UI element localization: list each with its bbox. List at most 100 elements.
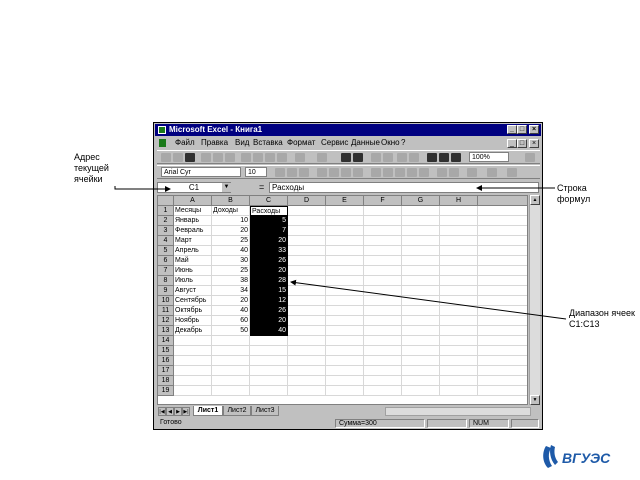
grid-cell[interactable] bbox=[402, 206, 440, 216]
hyperlink-icon[interactable] bbox=[341, 153, 351, 162]
first-sheet-icon[interactable]: |◀ bbox=[158, 407, 166, 416]
column-header-d[interactable]: D bbox=[288, 196, 326, 206]
print-icon[interactable] bbox=[201, 153, 211, 162]
grid-cell[interactable] bbox=[478, 206, 527, 216]
grid-cell[interactable] bbox=[478, 386, 527, 396]
maximize-button[interactable]: □ bbox=[517, 125, 527, 134]
sort-descending-icon[interactable] bbox=[409, 153, 419, 162]
grid-cell[interactable] bbox=[440, 356, 478, 366]
row-header[interactable]: 14 bbox=[158, 336, 174, 346]
grid-cell[interactable] bbox=[402, 386, 440, 396]
grid-cell[interactable] bbox=[288, 226, 326, 236]
grid-cell[interactable] bbox=[402, 306, 440, 316]
next-sheet-icon[interactable]: ▶ bbox=[174, 407, 182, 416]
grid-cell[interactable] bbox=[326, 346, 364, 356]
grid-cell[interactable] bbox=[440, 286, 478, 296]
tab-sheet3[interactable]: Лист3 bbox=[251, 406, 279, 416]
grid-cell[interactable] bbox=[478, 346, 527, 356]
row-header[interactable]: 6 bbox=[158, 256, 174, 266]
grid-cell[interactable] bbox=[364, 226, 402, 236]
grid-cell[interactable] bbox=[478, 356, 527, 366]
selected-cell[interactable]: 5 bbox=[250, 216, 288, 226]
grid-cell[interactable] bbox=[326, 376, 364, 386]
web-toolbar-icon[interactable] bbox=[353, 153, 363, 162]
row-header[interactable]: 15 bbox=[158, 346, 174, 356]
doc-maximize-button[interactable]: □ bbox=[517, 139, 527, 148]
selected-cell[interactable]: 20 bbox=[250, 236, 288, 246]
grid-cell[interactable]: Декабрь bbox=[174, 326, 212, 336]
column-header-e[interactable]: E bbox=[326, 196, 364, 206]
grid-cell[interactable] bbox=[478, 246, 527, 256]
active-cell[interactable]: Расходы bbox=[250, 206, 288, 216]
grid-cell[interactable] bbox=[326, 366, 364, 376]
row-header[interactable]: 19 bbox=[158, 386, 174, 396]
grid-cell[interactable] bbox=[288, 236, 326, 246]
sort-ascending-icon[interactable] bbox=[397, 153, 407, 162]
cut-icon[interactable] bbox=[241, 153, 251, 162]
equals-sign[interactable]: = bbox=[259, 181, 264, 194]
increase-decimal-icon[interactable] bbox=[407, 168, 417, 177]
grid-cell[interactable] bbox=[478, 276, 527, 286]
grid-cell[interactable] bbox=[440, 386, 478, 396]
grid-cell[interactable]: 40 bbox=[212, 306, 250, 316]
grid-cell[interactable] bbox=[250, 356, 288, 366]
grid-cell[interactable] bbox=[326, 236, 364, 246]
align-right-icon[interactable] bbox=[341, 168, 351, 177]
grid-cell[interactable] bbox=[478, 266, 527, 276]
grid-cell[interactable]: Сентябрь bbox=[174, 296, 212, 306]
grid-cell[interactable] bbox=[288, 346, 326, 356]
grid-cell[interactable] bbox=[402, 256, 440, 266]
menu-format[interactable]: Формат bbox=[287, 137, 315, 149]
row-header[interactable]: 16 bbox=[158, 356, 174, 366]
new-icon[interactable] bbox=[161, 153, 171, 162]
drawing-icon[interactable] bbox=[451, 153, 461, 162]
select-all-corner[interactable] bbox=[158, 196, 174, 206]
grid-cell[interactable] bbox=[364, 356, 402, 366]
increase-indent-icon[interactable] bbox=[449, 168, 459, 177]
grid-cell[interactable] bbox=[288, 356, 326, 366]
grid-cell[interactable] bbox=[326, 276, 364, 286]
grid-cell[interactable] bbox=[250, 336, 288, 346]
grid-cell[interactable] bbox=[212, 356, 250, 366]
row-header[interactable]: 10 bbox=[158, 296, 174, 306]
grid-cell[interactable] bbox=[364, 206, 402, 216]
grid-cell[interactable] bbox=[478, 326, 527, 336]
grid-cell[interactable] bbox=[364, 256, 402, 266]
align-center-icon[interactable] bbox=[329, 168, 339, 177]
grid-cell[interactable] bbox=[288, 256, 326, 266]
grid-cell[interactable] bbox=[478, 256, 527, 266]
grid-cell[interactable] bbox=[402, 266, 440, 276]
grid-cell[interactable] bbox=[478, 226, 527, 236]
column-header-h[interactable]: H bbox=[440, 196, 478, 206]
grid-cell[interactable] bbox=[174, 346, 212, 356]
row-header[interactable]: 12 bbox=[158, 316, 174, 326]
grid-cell[interactable]: 20 bbox=[212, 296, 250, 306]
grid-cell[interactable] bbox=[478, 336, 527, 346]
grid-cell[interactable] bbox=[440, 306, 478, 316]
grid-cell[interactable] bbox=[402, 286, 440, 296]
grid-cell[interactable] bbox=[326, 356, 364, 366]
grid-cell[interactable] bbox=[174, 386, 212, 396]
row-header[interactable]: 7 bbox=[158, 266, 174, 276]
grid-cell[interactable] bbox=[440, 276, 478, 286]
grid-cell[interactable] bbox=[212, 386, 250, 396]
grid-cell[interactable] bbox=[478, 376, 527, 386]
grid-cell[interactable] bbox=[364, 386, 402, 396]
underline-icon[interactable] bbox=[299, 168, 309, 177]
row-header[interactable]: 18 bbox=[158, 376, 174, 386]
grid-cell[interactable] bbox=[478, 236, 527, 246]
grid-cell[interactable] bbox=[326, 316, 364, 326]
grid-cell[interactable] bbox=[326, 386, 364, 396]
selected-cell[interactable]: 26 bbox=[250, 306, 288, 316]
grid-cell[interactable] bbox=[402, 276, 440, 286]
grid-cell[interactable]: 10 bbox=[212, 216, 250, 226]
grid-cell[interactable] bbox=[326, 336, 364, 346]
grid-cell[interactable] bbox=[402, 376, 440, 386]
fill-color-icon[interactable] bbox=[487, 168, 497, 177]
grid-cell[interactable] bbox=[402, 326, 440, 336]
grid-cell[interactable] bbox=[402, 336, 440, 346]
column-header-g[interactable]: G bbox=[402, 196, 440, 206]
menu-help[interactable]: ? bbox=[401, 137, 405, 149]
menu-data[interactable]: Данные bbox=[351, 137, 380, 149]
column-header-a[interactable]: A bbox=[174, 196, 212, 206]
